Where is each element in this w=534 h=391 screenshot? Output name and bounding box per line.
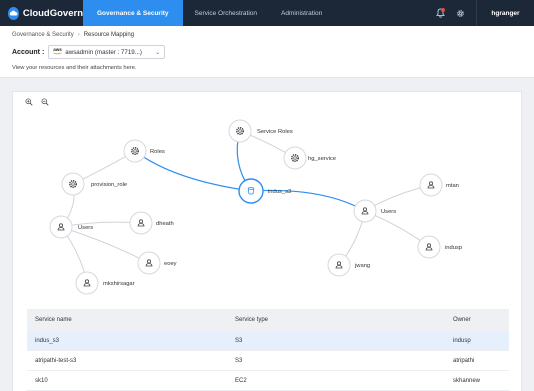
node-indusp[interactable]: indusp (417, 235, 462, 259)
user-menu[interactable]: hgranger (476, 0, 534, 26)
cell-service-name: sk10 (35, 377, 48, 384)
node-users-left[interactable]: Users (49, 215, 93, 239)
node-label-indusp: indusp (445, 245, 462, 251)
breadcrumb-parent[interactable]: Governance & Security (12, 32, 74, 38)
brand-name: CloudGovern (22, 7, 83, 19)
tab-service-orchestration[interactable]: Service Orchestration (183, 0, 270, 26)
cell-owner: atripathi (453, 357, 475, 364)
cell-service-name: atripathi-test-s3 (35, 357, 77, 364)
cell-owner: skhannew (453, 377, 481, 384)
node-label-users-right: Users (381, 209, 396, 215)
node-label-mkshirsagar: mkshirsagar (103, 281, 135, 287)
node-users-right[interactable]: Users (353, 199, 396, 223)
table-row[interactable]: sk10 EC2 skhannew (27, 371, 509, 391)
page-description: View your resources and their attachment… (12, 65, 137, 71)
account-select[interactable]: aws awsadmin (master : 7719...) ⌄ (48, 45, 166, 59)
breadcrumb-current: Resource Mapping (83, 32, 135, 38)
notification-dot (441, 8, 445, 12)
account-value: awsadmin (master : 7719...) (65, 48, 142, 56)
node-label-users-left: Users (78, 225, 93, 231)
node-label-eoey: eoey (164, 261, 177, 267)
node-service-roles[interactable]: Service Roles (228, 119, 293, 143)
account-row: Account : aws awsadmin (master : 7719...… (12, 45, 166, 59)
node-label-hg-service: hg_service (308, 156, 336, 162)
node-provision-role[interactable]: provision_role (61, 172, 127, 196)
cell-service-name: indus_s3 (35, 337, 60, 344)
node-eoey[interactable]: eoey (137, 251, 177, 275)
node-mtan[interactable]: mtan (419, 173, 459, 197)
brand[interactable]: CloudGovern (0, 0, 83, 26)
aws-logo-icon: aws (53, 47, 62, 56)
node-label-roles-left: Roles (150, 149, 165, 155)
node-label-provision-role: provision_role (91, 182, 127, 188)
node-label-jwang: jwang (354, 263, 370, 269)
edge-users-dheath (60, 221, 142, 228)
chevron-right-icon: › (77, 32, 80, 38)
node-mkshirsagar[interactable]: mkshirsagar (75, 271, 135, 295)
column-header-owner[interactable]: Owner (453, 317, 509, 323)
column-header-service-name[interactable]: Service name (27, 317, 235, 323)
node-hg-service[interactable]: hg_service (283, 146, 336, 170)
nav-right: hgranger (430, 0, 534, 26)
top-navbar: CloudGovern Governance & Security Servic… (0, 0, 534, 26)
node-dheath[interactable]: dheath (129, 211, 174, 235)
node-label-service-roles: Service Roles (257, 129, 293, 135)
resource-map-card: Roles provision_role Users dheath eoey m… (12, 91, 522, 391)
cell-service-type: S3 (235, 357, 243, 364)
breadcrumb: Governance & Security › Resource Mapping (12, 32, 134, 38)
tab-administration[interactable]: Administration (269, 0, 334, 26)
account-label: Account : (12, 48, 45, 56)
node-jwang[interactable]: jwang (327, 253, 370, 277)
cell-service-type: EC2 (235, 377, 247, 384)
node-label-indus-s3: indus_s3 (268, 189, 291, 195)
services-table: Service name Service type Owner indus_s3… (27, 309, 509, 391)
resource-graph[interactable]: Roles provision_role Users dheath eoey m… (13, 92, 523, 307)
column-header-service-type[interactable]: Service type (235, 317, 453, 323)
cell-owner: indusp (453, 337, 471, 344)
cell-service-type: S3 (235, 337, 243, 344)
cloud-logo-icon (8, 6, 19, 20)
node-roles-left[interactable]: Roles (123, 139, 165, 163)
node-label-dheath: dheath (156, 221, 174, 227)
table-header: Service name Service type Owner (27, 309, 509, 331)
gear-icon[interactable] (450, 0, 470, 26)
chevron-down-icon: ⌄ (155, 49, 161, 56)
page-header: Governance & Security › Resource Mapping… (0, 26, 534, 78)
table-row[interactable]: atripathi-test-s3 S3 atripathi (27, 351, 509, 371)
bell-icon[interactable] (430, 0, 450, 26)
tab-governance-security[interactable]: Governance & Security (83, 0, 183, 26)
table-row[interactable]: indus_s3 S3 indusp (27, 331, 509, 351)
edge-indus-s3-roles (134, 150, 252, 192)
node-label-mtan: mtan (446, 183, 459, 189)
